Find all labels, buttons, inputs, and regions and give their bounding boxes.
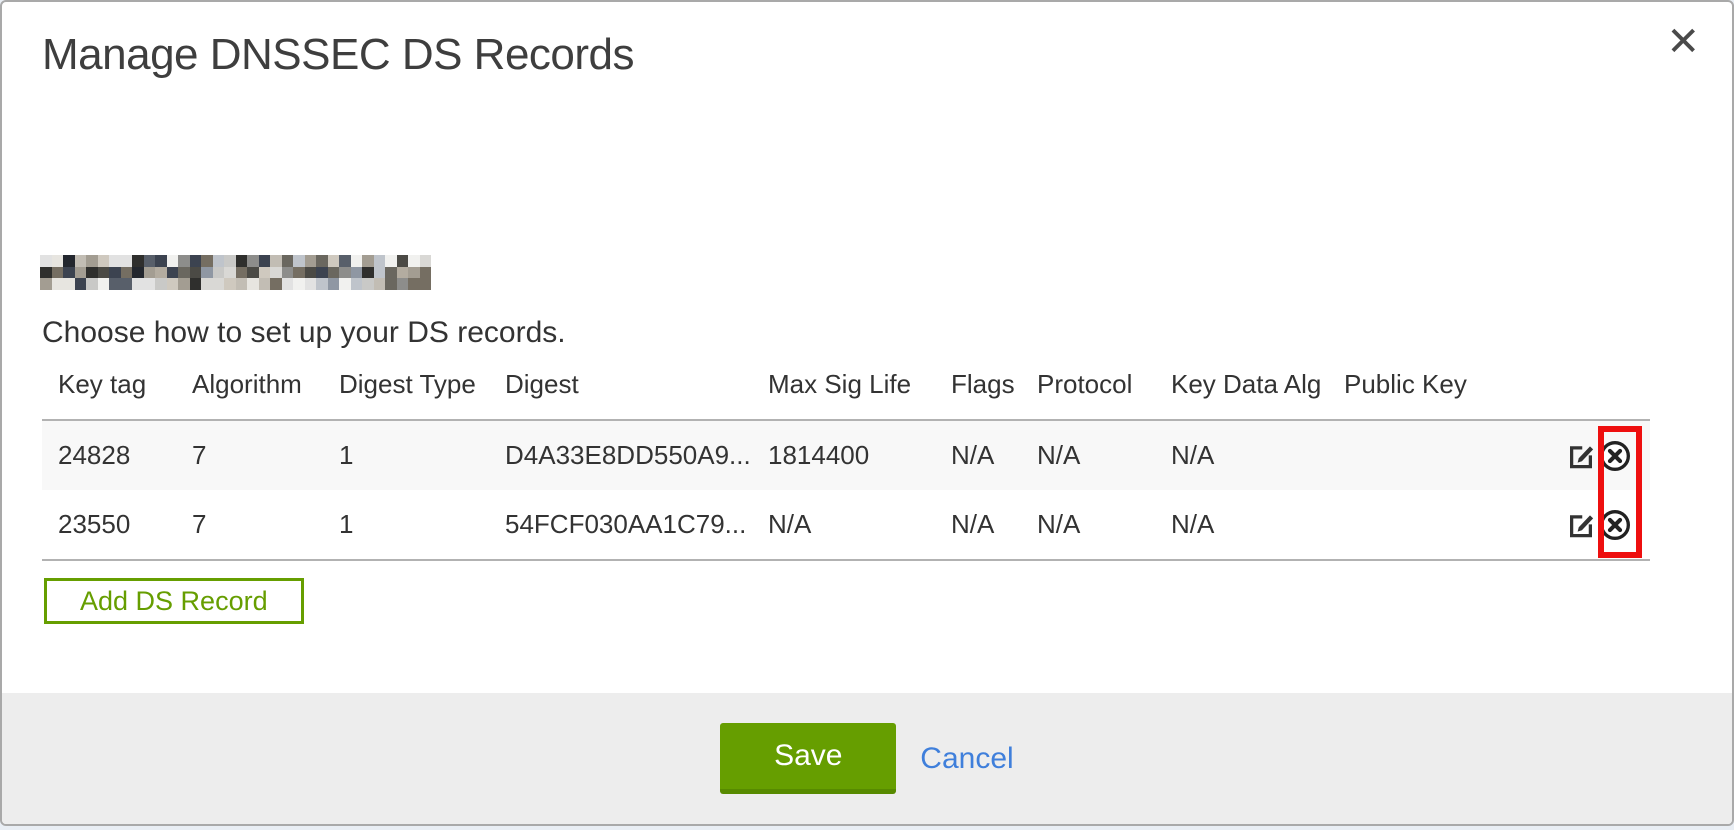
cell-flags: N/A bbox=[935, 490, 1021, 560]
col-header-key-data-alg: Key Data Alg bbox=[1155, 364, 1328, 420]
col-header-digest-type: Digest Type bbox=[323, 364, 489, 420]
cell-key-data-alg: N/A bbox=[1155, 490, 1328, 560]
cell-max-sig-life: N/A bbox=[752, 490, 935, 560]
cell-digest-type: 1 bbox=[323, 420, 489, 490]
add-ds-record-button[interactable]: Add DS Record bbox=[44, 578, 304, 624]
page-title: Manage DNSSEC DS Records bbox=[42, 30, 634, 80]
cell-protocol: N/A bbox=[1021, 490, 1155, 560]
col-header-protocol: Protocol bbox=[1021, 364, 1155, 420]
edit-icon[interactable] bbox=[1566, 441, 1596, 471]
cell-digest: D4A33E8DD550A9... bbox=[489, 420, 752, 490]
manage-dnssec-dialog: Manage DNSSEC DS Records ✕ Choose how to… bbox=[0, 0, 1734, 826]
cell-key-tag: 24828 bbox=[42, 420, 176, 490]
cell-flags: N/A bbox=[935, 420, 1021, 490]
col-header-algorithm: Algorithm bbox=[176, 364, 323, 420]
delete-icon[interactable] bbox=[1599, 440, 1631, 472]
ds-records-table: Key tag Algorithm Digest Type Digest Max… bbox=[42, 364, 1650, 561]
cell-protocol: N/A bbox=[1021, 420, 1155, 490]
col-header-key-tag: Key tag bbox=[42, 364, 176, 420]
redacted-domain bbox=[40, 255, 431, 290]
col-header-public-key: Public Key bbox=[1328, 364, 1562, 420]
close-icon[interactable]: ✕ bbox=[1666, 22, 1700, 62]
col-header-digest: Digest bbox=[489, 364, 752, 420]
dialog-footer: Save Cancel bbox=[2, 693, 1732, 824]
cell-algorithm: 7 bbox=[176, 420, 323, 490]
cell-algorithm: 7 bbox=[176, 490, 323, 560]
table-row: 24828 7 1 D4A33E8DD550A9... 1814400 N/A … bbox=[42, 420, 1650, 490]
cell-key-tag: 23550 bbox=[42, 490, 176, 560]
cell-key-data-alg: N/A bbox=[1155, 420, 1328, 490]
cell-digest-type: 1 bbox=[323, 490, 489, 560]
table-header-row: Key tag Algorithm Digest Type Digest Max… bbox=[42, 364, 1650, 420]
col-header-max-sig-life: Max Sig Life bbox=[752, 364, 935, 420]
table-row: 23550 7 1 54FCF030AA1C79... N/A N/A N/A … bbox=[42, 490, 1650, 560]
cell-actions bbox=[1562, 420, 1650, 490]
cell-digest: 54FCF030AA1C79... bbox=[489, 490, 752, 560]
cell-public-key bbox=[1328, 420, 1562, 490]
edit-icon[interactable] bbox=[1566, 510, 1596, 540]
cell-actions bbox=[1562, 490, 1650, 560]
cancel-link[interactable]: Cancel bbox=[920, 742, 1013, 776]
instruction-text: Choose how to set up your DS records. bbox=[42, 316, 566, 350]
col-header-flags: Flags bbox=[935, 364, 1021, 420]
cell-public-key bbox=[1328, 490, 1562, 560]
col-header-actions bbox=[1562, 364, 1650, 420]
delete-icon[interactable] bbox=[1599, 509, 1631, 541]
cell-max-sig-life: 1814400 bbox=[752, 420, 935, 490]
save-button[interactable]: Save bbox=[720, 723, 896, 794]
